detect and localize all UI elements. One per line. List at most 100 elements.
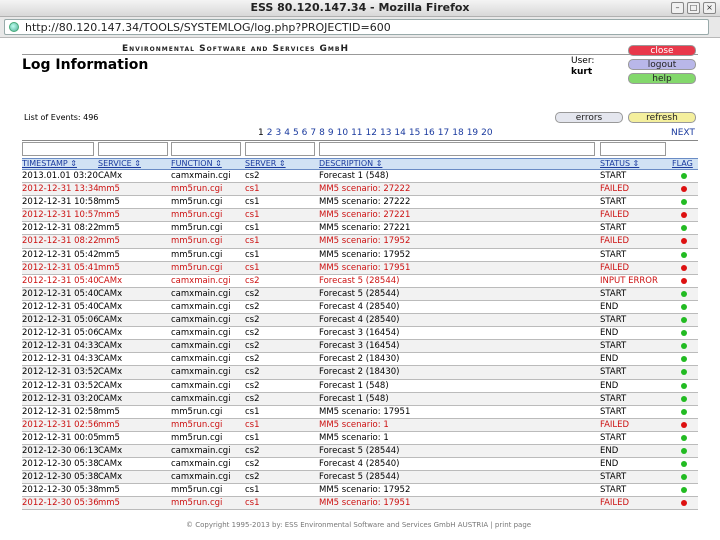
cell-timestamp: 2012-12-30 05:38 xyxy=(22,472,99,483)
cell-function: mm5run.cgi xyxy=(171,406,223,417)
cell-timestamp: 2012-12-31 00:05 xyxy=(22,432,99,443)
cell-description: Forecast 5 (28544) xyxy=(319,275,400,286)
page-link[interactable]: 18 xyxy=(452,128,463,138)
status-flag-icon xyxy=(681,330,687,337)
cell-service: CAMx xyxy=(98,275,123,286)
cell-description: Forecast 4 (28540) xyxy=(319,301,400,312)
column-header-flag[interactable]: FLAG xyxy=(672,159,693,168)
page-link[interactable]: 15 xyxy=(409,128,420,138)
page-link[interactable]: 14 xyxy=(394,128,405,138)
cell-timestamp: 2012-12-31 10:57 xyxy=(22,210,99,221)
table-row: 2012-12-30 05:38 CAMx camxmain.cgi cs2 Forec… xyxy=(22,471,698,485)
page-link[interactable]: 19 xyxy=(467,128,478,138)
cell-service: mm5 xyxy=(98,485,120,496)
status-flag-icon xyxy=(681,500,687,507)
cell-service: CAMx xyxy=(98,288,123,299)
cell-service: CAMx xyxy=(98,393,123,404)
cell-service: mm5 xyxy=(98,223,120,234)
status-flag-icon xyxy=(681,447,687,454)
close-window-icon[interactable]: × xyxy=(703,2,716,14)
filter-description-input[interactable] xyxy=(319,142,595,156)
minimize-icon[interactable]: – xyxy=(671,2,684,14)
errors-button[interactable]: errors xyxy=(555,112,623,123)
cell-service: CAMx xyxy=(98,380,123,391)
cell-server: cs1 xyxy=(245,262,260,273)
cell-timestamp: 2012-12-31 03:52 xyxy=(22,367,99,378)
status-flag-icon xyxy=(681,421,687,428)
cell-server: cs2 xyxy=(245,171,260,181)
cell-function: camxmain.cgi xyxy=(171,288,231,299)
column-header-server[interactable]: SERVER ⇕ xyxy=(245,159,286,168)
cell-service: mm5 xyxy=(98,419,120,430)
address-field[interactable]: http://80.120.147.34/TOOLS/SYSTEMLOG/log… xyxy=(4,19,709,35)
cell-server: cs2 xyxy=(245,445,260,456)
cell-timestamp: 2012-12-31 08:22 xyxy=(22,223,99,234)
page-link[interactable]: 8 xyxy=(319,128,325,138)
page-link[interactable]: 2 xyxy=(267,128,273,138)
refresh-button[interactable]: refresh xyxy=(628,112,696,123)
company-name: Environmental Software and Services GmbH xyxy=(122,44,349,54)
cell-status: END xyxy=(600,445,619,456)
column-header-status[interactable]: STATUS ⇕ xyxy=(600,159,639,168)
cell-service: CAMx xyxy=(98,445,123,456)
cell-timestamp: 2012-12-30 06:13 xyxy=(22,445,99,456)
page-link[interactable]: 4 xyxy=(284,128,290,138)
filter-timestamp-input[interactable] xyxy=(22,142,94,156)
filter-status-input[interactable] xyxy=(600,142,666,156)
cell-timestamp: 2012-12-31 03:52 xyxy=(22,380,99,391)
filter-server-input[interactable] xyxy=(245,142,315,156)
page-link[interactable]: 16 xyxy=(423,128,434,138)
close-button[interactable]: close xyxy=(628,45,696,56)
cell-server: cs2 xyxy=(245,472,260,483)
cell-status: END xyxy=(600,301,619,312)
page-link[interactable]: 17 xyxy=(438,128,449,138)
page-link[interactable]: 3 xyxy=(275,128,281,138)
cell-function: mm5run.cgi xyxy=(171,498,223,509)
page-link[interactable]: 10 xyxy=(337,128,348,138)
page-link[interactable]: 20 xyxy=(481,128,492,138)
table-row: 2012-12-31 05:06 CAMx camxmain.cgi cs2 Forec… xyxy=(22,327,698,341)
page-link[interactable]: 11 xyxy=(351,128,362,138)
cell-service: CAMx xyxy=(98,301,123,312)
logout-button[interactable]: logout xyxy=(628,59,696,70)
table-row: 2012-12-31 02:56 mm5 mm5run.cgi cs1 MM5 scen… xyxy=(22,418,698,432)
column-header-timestamp[interactable]: TIMESTAMP ⇕ xyxy=(22,159,77,168)
table-row: 2012-12-31 10:58 mm5 mm5run.cgi cs1 MM5 scen… xyxy=(22,196,698,210)
filter-function-input[interactable] xyxy=(171,142,241,156)
table-row: 2012-12-31 03:52 CAMx camxmain.cgi cs2 Forec… xyxy=(22,366,698,380)
cell-description: Forecast 1 (548) xyxy=(319,393,389,404)
help-button[interactable]: help xyxy=(628,73,696,84)
page-link[interactable]: 7 xyxy=(310,128,316,138)
cell-description: MM5 scenario: 17952 xyxy=(319,485,411,496)
user-info: User: kurt xyxy=(571,56,594,78)
table-body: 2013.01.01 03:20 CAMx camxmain.cgi cs2 Forec… xyxy=(22,170,698,511)
table-row: 2012-12-31 05:41 mm5 mm5run.cgi cs1 MM5 scen… xyxy=(22,261,698,275)
status-flag-icon xyxy=(681,303,687,310)
column-header-function[interactable]: FUNCTION ⇕ xyxy=(171,159,222,168)
page-link[interactable]: 6 xyxy=(302,128,308,138)
status-flag-icon xyxy=(681,395,687,402)
cell-status: END xyxy=(600,459,619,470)
page-link[interactable]: 5 xyxy=(293,128,299,138)
url-bar: http://80.120.147.34/TOOLS/SYSTEMLOG/log… xyxy=(0,17,720,38)
column-header-description[interactable]: DESCRIPTION ⇕ xyxy=(319,159,382,168)
table-row: 2012-12-31 05:06 CAMx camxmain.cgi cs2 Forec… xyxy=(22,314,698,328)
table-row: 2012-12-31 10:57 mm5 mm5run.cgi cs1 MM5 scen… xyxy=(22,209,698,223)
page-link[interactable]: 1 xyxy=(258,128,264,138)
maximize-icon[interactable]: □ xyxy=(687,2,700,14)
cell-function: camxmain.cgi xyxy=(171,380,231,391)
cell-description: MM5 scenario: 27222 xyxy=(319,197,411,208)
filter-service-input[interactable] xyxy=(98,142,168,156)
status-flag-icon xyxy=(681,408,687,415)
next-page-link[interactable]: NEXT xyxy=(671,128,695,138)
cell-server: cs1 xyxy=(245,249,260,260)
cell-description: Forecast 3 (16454) xyxy=(319,341,400,352)
page-link[interactable]: 9 xyxy=(328,128,334,138)
page-link[interactable]: 13 xyxy=(380,128,391,138)
events-count: List of Events: 496 xyxy=(24,113,99,122)
cell-function: camxmain.cgi xyxy=(171,354,231,365)
cell-service: CAMx xyxy=(98,328,123,339)
cell-status: END xyxy=(600,380,619,391)
page-link[interactable]: 12 xyxy=(366,128,377,138)
column-header-service[interactable]: SERVICE ⇕ xyxy=(98,159,141,168)
